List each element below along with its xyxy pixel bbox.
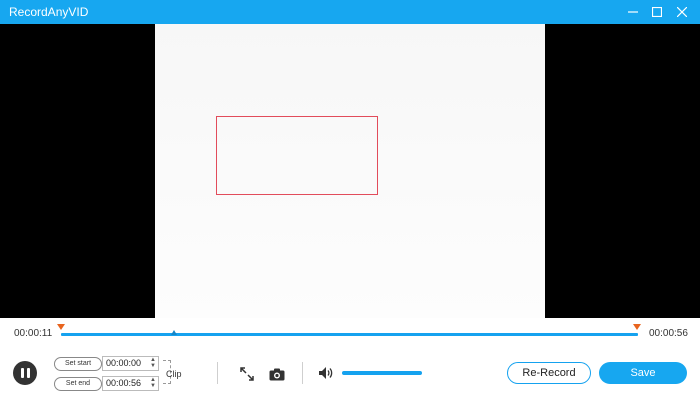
app-title: RecordAnyVID [9, 5, 89, 19]
end-marker[interactable] [633, 324, 641, 330]
re-record-button[interactable]: Re-Record [507, 362, 591, 384]
current-time: 00:00:11 [14, 328, 53, 339]
divider [217, 362, 218, 384]
end-time: 00:00:56 [649, 328, 688, 339]
speaker-icon[interactable] [317, 365, 335, 381]
video-frame [155, 24, 545, 318]
timeline-track[interactable] [61, 333, 638, 336]
divider [302, 362, 303, 384]
clip-label[interactable]: Clip [166, 369, 182, 379]
title-bar: RecordAnyVID [0, 0, 700, 24]
set-start-button[interactable]: Set start [54, 357, 102, 371]
start-marker[interactable] [57, 324, 65, 330]
playhead[interactable] [171, 330, 177, 335]
timeline: 00:00:11 00:00:56 [0, 318, 700, 348]
expand-icon[interactable] [239, 366, 255, 382]
control-bar: Set start 00:00:00 ▲ ▼ Set end 00:00:56 ▲… [0, 348, 700, 400]
close-icon[interactable] [669, 0, 694, 24]
minimize-icon[interactable] [620, 0, 645, 24]
save-button[interactable]: Save [599, 362, 687, 384]
video-preview[interactable] [0, 24, 700, 318]
start-stepper-icon[interactable]: ▲ ▼ [149, 357, 157, 370]
camera-icon[interactable] [268, 366, 286, 382]
end-stepper-icon[interactable]: ▲ ▼ [149, 377, 157, 390]
set-end-button[interactable]: Set end [54, 377, 102, 391]
volume-slider[interactable] [342, 371, 422, 375]
recording-region-box [216, 116, 378, 195]
maximize-icon[interactable] [644, 0, 669, 24]
pause-button[interactable] [13, 361, 37, 385]
